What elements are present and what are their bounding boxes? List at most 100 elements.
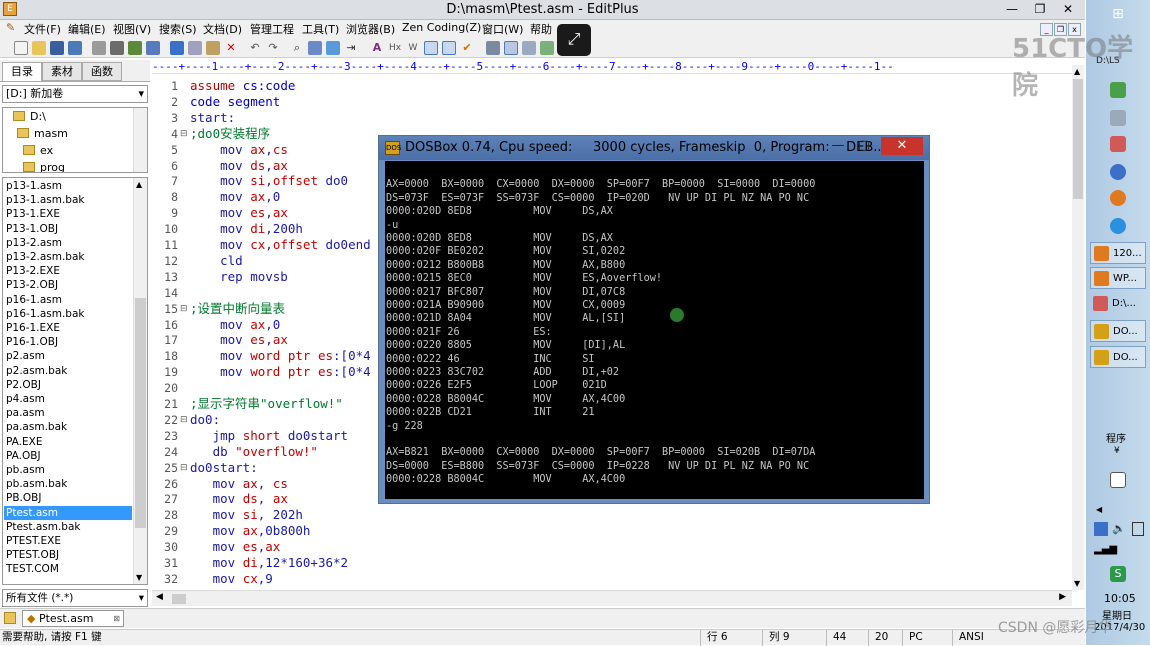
- word-wrap-icon[interactable]: W: [406, 41, 420, 55]
- redo-icon[interactable]: ↷: [266, 41, 280, 55]
- code-line[interactable]: mov cx,9: [190, 571, 273, 587]
- fold-toggle-icon[interactable]: ⊟: [180, 412, 188, 428]
- status-line-ending[interactable]: PC: [902, 630, 952, 646]
- file-list-item[interactable]: pa.asm: [4, 406, 132, 420]
- code-line[interactable]: mov es,ax: [190, 539, 281, 555]
- scroll-right-icon[interactable]: ▶: [1059, 592, 1066, 602]
- menu-help[interactable]: 帮助: [530, 21, 552, 37]
- code-line[interactable]: mov es,ax: [190, 205, 288, 221]
- taskbar-item[interactable]: 120...: [1090, 242, 1146, 264]
- speaker-icon[interactable]: 🔈: [1112, 522, 1126, 535]
- file-list-item[interactable]: P2.OBJ: [4, 378, 132, 392]
- file-list-item[interactable]: p16-1.asm.bak: [4, 307, 132, 321]
- file-list-item[interactable]: p13-2.asm: [4, 236, 132, 250]
- app-icon-grey[interactable]: [1110, 110, 1126, 126]
- menu-edit[interactable]: 编辑(E): [68, 21, 106, 37]
- menu-view[interactable]: 视图(V): [113, 21, 151, 37]
- tab-directory[interactable]: 目录: [2, 62, 42, 81]
- file-list-item[interactable]: P16-1.OBJ: [4, 335, 132, 349]
- tray-s-icon[interactable]: S: [1110, 566, 1126, 582]
- find-icon[interactable]: ⌕: [290, 41, 304, 55]
- code-line[interactable]: mov di,12*160+36*2: [190, 555, 349, 571]
- goto-line-icon[interactable]: ⇥: [344, 41, 358, 55]
- scroll-down-icon[interactable]: ▼: [1074, 579, 1080, 588]
- code-line[interactable]: mov ax, cs: [190, 476, 288, 492]
- app-icon-cyan[interactable]: [1110, 218, 1126, 234]
- editor-vertical-scrollbar[interactable]: ▲ ▼: [1072, 65, 1084, 590]
- code-line[interactable]: ;设置中断向量表: [190, 301, 285, 317]
- code-line[interactable]: mov word ptr es:[0*4: [190, 348, 371, 364]
- file-list-item[interactable]: PA.EXE: [4, 435, 132, 449]
- editor-horizontal-scrollbar[interactable]: ◀ ▶: [152, 590, 1072, 606]
- run-icon[interactable]: [540, 41, 554, 55]
- code-line[interactable]: mov cx,offset do0end: [190, 237, 371, 253]
- fold-toggle-icon[interactable]: ⊟: [180, 301, 188, 317]
- file-list-item[interactable]: Ptest.asm: [4, 505, 132, 520]
- app-icon-blue[interactable]: [1110, 164, 1126, 180]
- copy-icon[interactable]: [188, 41, 202, 55]
- clock-time[interactable]: 10:05: [1104, 592, 1136, 605]
- code-line[interactable]: mov ax,0: [190, 189, 280, 205]
- checkmark-icon[interactable]: ✔: [460, 41, 474, 55]
- file-list-item[interactable]: p2.asm: [4, 349, 132, 363]
- maximize-button[interactable]: ❐: [1026, 0, 1054, 18]
- font-icon[interactable]: A: [370, 41, 384, 55]
- print-icon[interactable]: [110, 41, 124, 55]
- file-list-item[interactable]: P13-1.OBJ: [4, 222, 132, 236]
- file-list-item[interactable]: p13-1.asm: [4, 179, 132, 193]
- tree-node[interactable]: masm: [17, 126, 68, 142]
- replace-icon[interactable]: [308, 41, 322, 55]
- fold-toggle-icon[interactable]: ⊟: [180, 126, 188, 142]
- fold-toggle-icon[interactable]: ⊟: [180, 460, 188, 476]
- document-tab[interactable]: ◆ Ptest.asm ⊠: [22, 610, 124, 627]
- expand-icon[interactable]: ⤢: [557, 24, 591, 56]
- scroll-down-icon[interactable]: ▼: [136, 573, 142, 582]
- scrollbar-thumb[interactable]: [172, 594, 186, 604]
- dosbox-close-button[interactable]: ✕: [881, 137, 923, 155]
- file-list-item[interactable]: PA.OBJ: [4, 449, 132, 463]
- code-line[interactable]: ;do0安装程序: [190, 126, 270, 142]
- code-line[interactable]: mov ax,0: [190, 317, 280, 333]
- scroll-up-icon[interactable]: ▲: [136, 180, 142, 189]
- minimize-button[interactable]: —: [998, 0, 1026, 18]
- new-file-icon[interactable]: [14, 41, 28, 55]
- find-in-files-icon[interactable]: [326, 41, 340, 55]
- code-line[interactable]: do0start:: [190, 460, 258, 476]
- keyboard-icon[interactable]: [1110, 472, 1126, 488]
- tree-node[interactable]: prog: [23, 160, 65, 172]
- code-line[interactable]: db "overflow!": [190, 444, 318, 460]
- code-line[interactable]: assume cs:code: [190, 78, 295, 94]
- status-encoding[interactable]: ANSI: [952, 630, 1000, 646]
- file-list-item[interactable]: Ptest.asm.bak: [4, 520, 132, 534]
- file-list-item[interactable]: P13-2.EXE: [4, 264, 132, 278]
- code-line[interactable]: jmp short do0start: [190, 428, 349, 444]
- paste-icon[interactable]: [206, 41, 220, 55]
- dosbox-screen[interactable]: AX=0000 BX=0000 CX=0000 DX=0000 SP=00F7 …: [385, 161, 924, 499]
- menu-search[interactable]: 搜索(S): [159, 21, 197, 37]
- file-list-item[interactable]: p2.asm.bak: [4, 364, 132, 378]
- file-list-item[interactable]: P13-2.OBJ: [4, 278, 132, 292]
- dosbox-minimize-button[interactable]: —: [827, 137, 849, 155]
- tree-scrollbar[interactable]: [133, 108, 147, 172]
- hex-view-icon[interactable]: Hx: [388, 41, 402, 55]
- spellcheck-icon[interactable]: [128, 41, 142, 55]
- code-line[interactable]: mov es,ax: [190, 332, 288, 348]
- taskbar-item[interactable]: WP...: [1090, 267, 1146, 289]
- code-line[interactable]: start:: [190, 110, 235, 126]
- menu-project[interactable]: 管理工程: [250, 21, 294, 37]
- code-line[interactable]: cld: [190, 253, 243, 269]
- code-line[interactable]: mov si, 202h: [190, 507, 303, 523]
- file-list-item[interactable]: pb.asm.bak: [4, 477, 132, 491]
- file-list-item[interactable]: P13-1.EXE: [4, 207, 132, 221]
- tray-expand-icon[interactable]: ◀: [1096, 505, 1102, 514]
- file-list-item[interactable]: p4.asm: [4, 392, 132, 406]
- line-numbers-icon[interactable]: [424, 41, 438, 55]
- open-folder-icon[interactable]: [32, 41, 46, 55]
- code-line[interactable]: mov ax,0b800h: [190, 523, 311, 539]
- undo-icon[interactable]: ↶: [248, 41, 262, 55]
- code-line[interactable]: rep movsb: [190, 269, 288, 285]
- file-list-item[interactable]: P16-1.EXE: [4, 321, 132, 335]
- close-button[interactable]: ✕: [1054, 0, 1082, 18]
- menu-file[interactable]: 文件(F): [24, 21, 61, 37]
- tree-node[interactable]: ex: [23, 143, 53, 159]
